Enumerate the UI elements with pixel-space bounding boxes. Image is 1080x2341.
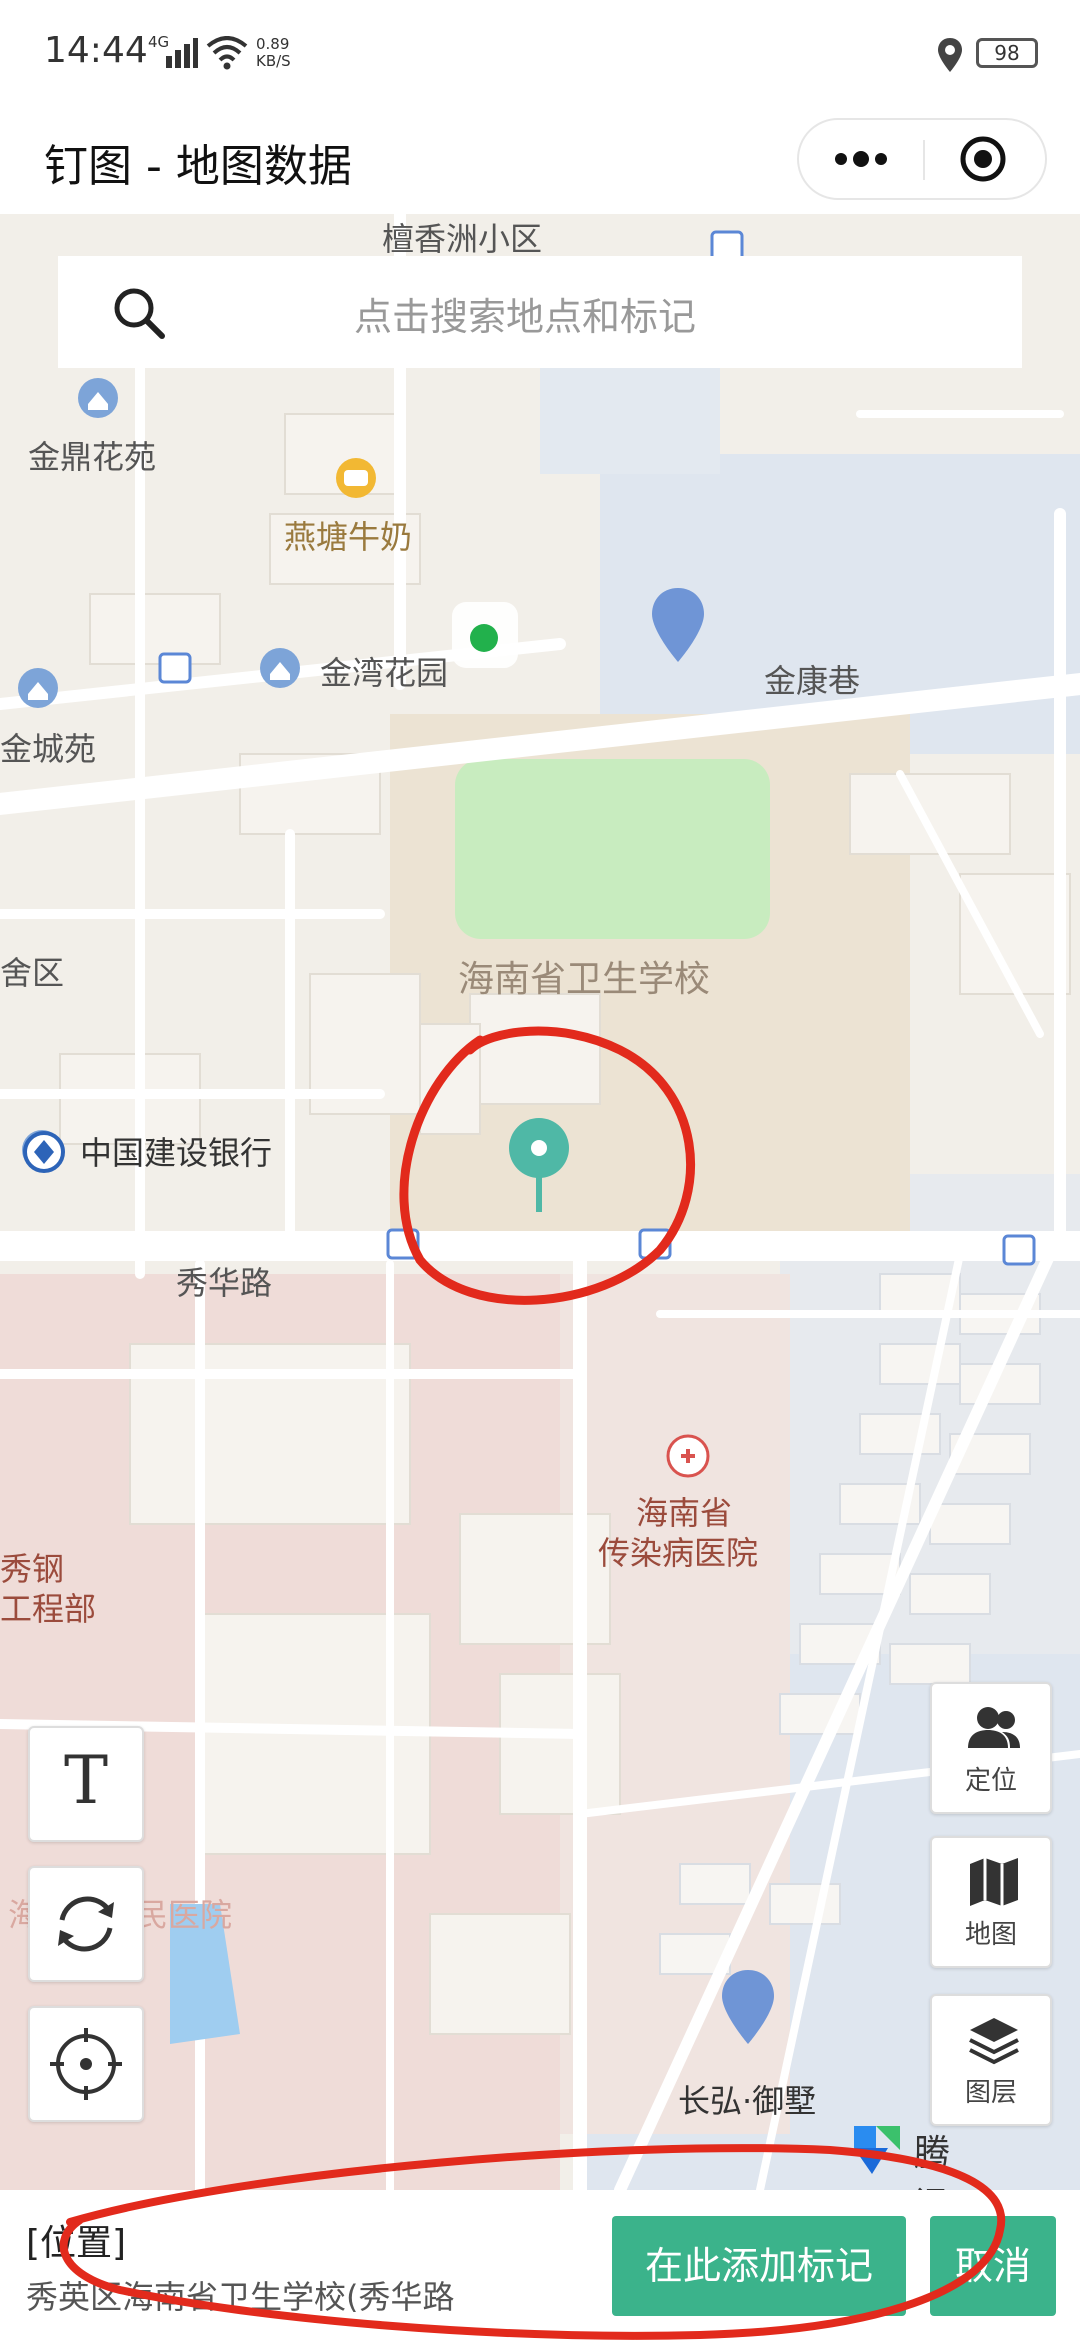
users-icon: [968, 1707, 1020, 1748]
add-marker-button[interactable]: 在此添加标记: [612, 2216, 906, 2316]
signal-icon: [166, 38, 198, 68]
map-type-button[interactable]: 地图: [930, 1836, 1052, 1968]
more-button[interactable]: [799, 120, 923, 198]
map-label: 金城苑: [0, 730, 97, 768]
speed-unit: KB/S: [256, 52, 291, 70]
tencent-map-logo-icon: [854, 2126, 900, 2174]
brand-text: 腾讯地图: [914, 2133, 951, 2190]
center-location-pin-icon: [509, 1118, 569, 1212]
bank-icon: [23, 1131, 65, 1173]
map-marker-pin-icon[interactable]: [718, 1968, 778, 2050]
map-label: 长弘·御墅: [678, 2082, 817, 2120]
map-label-text: 地图: [964, 1920, 1017, 1950]
map-label: 中国建设银行: [80, 1134, 273, 1172]
position-label: [位置]: [26, 2223, 127, 2264]
crosshair-icon: [50, 2028, 122, 2100]
rotate-button[interactable]: [28, 1866, 144, 1982]
map-fold-icon: [970, 1858, 1018, 1906]
app-header: 钉图 - 地图数据: [0, 110, 1080, 214]
layers-label: 图层: [964, 2078, 1017, 2108]
map-label: 工程部: [0, 1590, 97, 1628]
crosshair-button[interactable]: [28, 2006, 144, 2122]
map-label: 燕塘牛奶: [284, 518, 413, 556]
map-label: 金鼎花苑: [28, 438, 157, 476]
layers-icon: [969, 2018, 1019, 2065]
map-label: 秀华路: [176, 1264, 273, 1302]
locate-label: 定位: [964, 1766, 1017, 1796]
battery-indicator: 98: [976, 38, 1038, 68]
map-label: 金湾花园: [320, 654, 449, 692]
map-label: 舍区: [0, 954, 65, 992]
location-status-icon: [938, 38, 962, 72]
target-circle-icon: [960, 136, 1006, 182]
map-label: 传染病医院: [598, 1534, 759, 1572]
text-icon: T: [63, 1742, 109, 1819]
map-view[interactable]: 檀香洲小区 金鼎花苑 燕塘牛奶 金湾花园 金康巷 金城苑 海南省卫生学校 舍区 …: [0, 214, 1080, 2190]
more-dots-icon: [835, 151, 887, 167]
map-label: 金康巷: [764, 662, 861, 700]
page-title: 钉图 - 地图数据: [44, 141, 352, 192]
locate-button[interactable]: 定位: [930, 1682, 1052, 1814]
speed-value: 0.89: [256, 35, 290, 53]
status-time: 14:44: [44, 30, 148, 71]
search-icon: [114, 288, 165, 339]
text-tool-button[interactable]: T: [28, 1726, 144, 1842]
wifi-icon: [206, 36, 248, 70]
cancel-button[interactable]: 取消: [930, 2216, 1056, 2316]
network-speed: 0.89 KB/S: [256, 36, 291, 70]
search-placeholder: 点击搜索地点和标记: [354, 295, 697, 339]
close-miniprogram-button[interactable]: [925, 120, 1047, 198]
refresh-icon: [58, 1896, 114, 1952]
layers-button[interactable]: 图层: [930, 1994, 1052, 2126]
bottom-panel: [位置] 秀英区海南省卫生学校(秀华路 在此添加标记 取消: [0, 2190, 1080, 2341]
map-marker-pin-icon[interactable]: [648, 586, 708, 668]
map-label: 海南省卫生学校: [458, 959, 711, 1000]
miniprogram-capsule: [797, 118, 1047, 200]
map-brand: 腾讯地图: [848, 2120, 950, 2190]
map-label: 檀香洲小区: [382, 220, 543, 258]
position-address: 秀英区海南省卫生学校(秀华路: [26, 2278, 455, 2316]
search-bar[interactable]: 点击搜索地点和标记: [58, 256, 1022, 368]
status-bar: 14:44 4G 0.89 KB/S 98: [0, 0, 1080, 110]
